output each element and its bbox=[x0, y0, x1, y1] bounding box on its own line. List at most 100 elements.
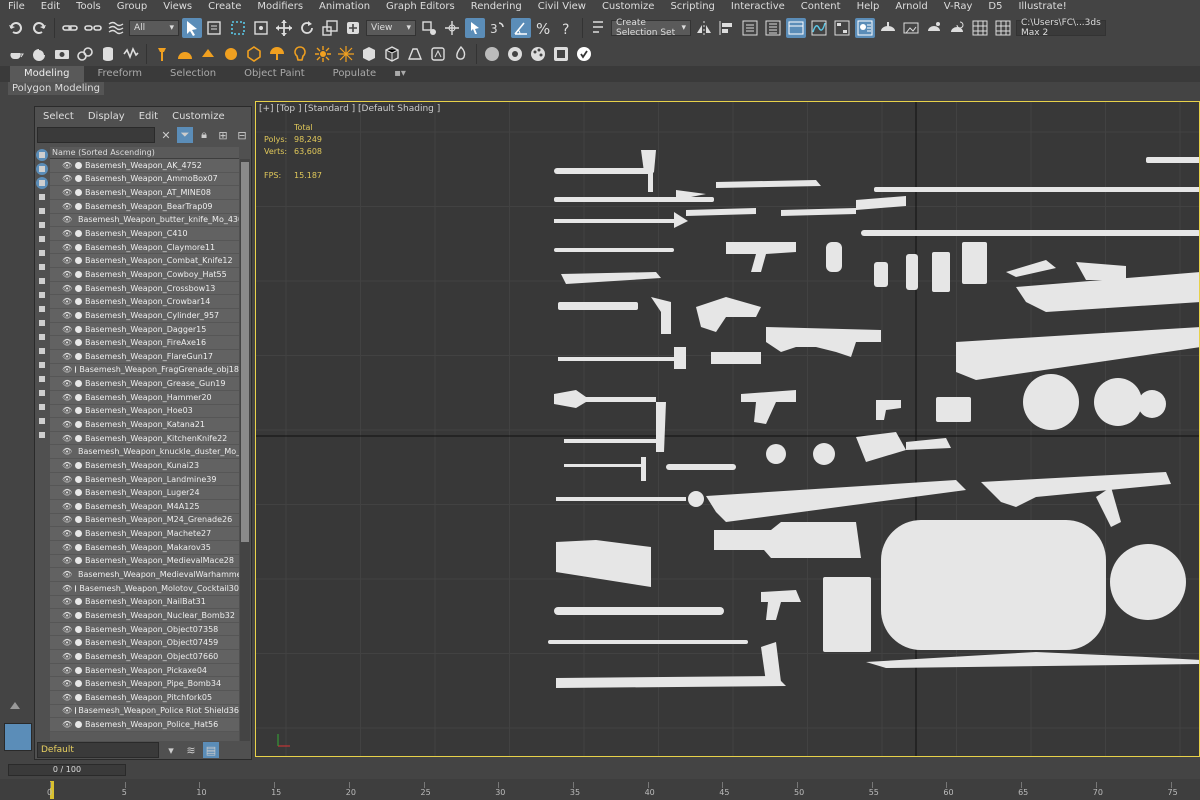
list-item[interactable]: 👁︎ Basemesh_Weapon_Pitchfork05 bbox=[50, 690, 239, 705]
list-item[interactable]: 👁︎ Basemesh_Weapon_Pipe_Bomb34 bbox=[50, 677, 239, 691]
visibility-eye-icon[interactable]: 👁︎ bbox=[62, 488, 72, 497]
list-item[interactable]: 👁︎ Basemesh_Weapon_Dagger15 bbox=[50, 322, 239, 337]
visibility-eye-icon[interactable]: 👁︎ bbox=[62, 365, 72, 374]
visibility-eye-icon[interactable]: 👁︎ bbox=[62, 679, 72, 688]
visibility-eye-icon[interactable]: 👁︎ bbox=[62, 325, 72, 334]
visibility-eye-icon[interactable]: 👁︎ bbox=[62, 161, 72, 170]
bind-spacewarp-icon[interactable] bbox=[106, 18, 126, 38]
explorer-menu-customize[interactable]: Customize bbox=[172, 111, 225, 122]
redo-icon[interactable] bbox=[29, 18, 49, 38]
visibility-eye-icon[interactable]: 👁︎ bbox=[62, 352, 72, 361]
cylinder-icon[interactable] bbox=[98, 44, 118, 64]
visibility-eye-icon[interactable]: 👁︎ bbox=[62, 584, 72, 593]
list-item[interactable]: 👁︎ Basemesh_Weapon_Claymore11 bbox=[50, 240, 239, 255]
list-item[interactable]: 👁︎ Basemesh_Weapon_MedievalMace28 bbox=[50, 554, 239, 569]
list-item[interactable]: 👁︎ Basemesh_Weapon_Crowbar14 bbox=[50, 295, 239, 310]
render-grid-2-icon[interactable] bbox=[993, 18, 1013, 38]
schematic-view-icon[interactable] bbox=[832, 18, 852, 38]
list-item[interactable]: 👁︎ Basemesh_Weapon_Luger24 bbox=[50, 486, 239, 501]
filter-icon[interactable]: ⏷ bbox=[177, 127, 193, 143]
visibility-eye-icon[interactable]: 👁︎ bbox=[62, 693, 72, 702]
rotate-icon[interactable] bbox=[297, 18, 317, 38]
list-item[interactable]: 👁︎ Basemesh_Weapon_knuckle_duster_Mo_2 bbox=[50, 445, 239, 460]
polygon-modeling-panel[interactable]: Polygon Modeling bbox=[8, 82, 104, 95]
display-bones-icon[interactable] bbox=[36, 275, 48, 287]
list-item[interactable]: 👁︎ Basemesh_Weapon_Object07358 bbox=[50, 622, 239, 637]
list-item[interactable]: 👁︎ Basemesh_Weapon_Makarov35 bbox=[50, 540, 239, 555]
tab-object-paint[interactable]: Object Paint bbox=[230, 66, 319, 82]
visibility-eye-icon[interactable]: 👁︎ bbox=[62, 256, 72, 265]
visibility-eye-icon[interactable]: 👁︎ bbox=[62, 556, 72, 565]
rendered-frame-window-icon[interactable] bbox=[901, 18, 921, 38]
list-item[interactable]: 👁︎ Basemesh_Weapon_Police Riot Shield36 bbox=[50, 704, 239, 719]
display-influences-icon[interactable] bbox=[36, 373, 48, 385]
display-none-icon[interactable] bbox=[36, 149, 48, 161]
list-item[interactable]: 👁︎ Basemesh_Weapon_AK_4752 bbox=[50, 159, 239, 173]
visibility-eye-icon[interactable]: 👁︎ bbox=[62, 338, 72, 347]
sun-light-icon[interactable] bbox=[221, 44, 241, 64]
display-invert-icon[interactable] bbox=[36, 345, 48, 357]
display-all-icon[interactable] bbox=[36, 331, 48, 343]
explorer-menu-display[interactable]: Display bbox=[88, 111, 125, 122]
layers-icon[interactable]: ⊟ bbox=[234, 127, 250, 143]
display-shapes-icon[interactable] bbox=[36, 177, 48, 189]
mesh-light-icon[interactable] bbox=[244, 44, 264, 64]
menu-tools[interactable]: Tools bbox=[68, 1, 109, 13]
pivot-center-icon[interactable] bbox=[419, 18, 439, 38]
visibility-eye-icon[interactable]: 👁︎ bbox=[62, 515, 72, 524]
align-icon[interactable] bbox=[717, 18, 737, 38]
visibility-eye-icon[interactable]: 👁︎ bbox=[62, 666, 72, 675]
list-item[interactable]: 👁︎ Basemesh_Weapon_M24_Grenade26 bbox=[50, 513, 239, 528]
list-item[interactable]: 👁︎ Basemesh_Weapon_Molotov_Cocktail30 bbox=[50, 581, 239, 596]
select-by-name-icon[interactable] bbox=[205, 18, 225, 38]
render-view-icon[interactable] bbox=[505, 44, 525, 64]
display-helpers-icon[interactable] bbox=[36, 219, 48, 231]
visibility-eye-icon[interactable]: 👁︎ bbox=[62, 420, 72, 429]
explorer-menu-edit[interactable]: Edit bbox=[139, 111, 158, 122]
list-item[interactable]: 👁︎ Basemesh_Weapon_Cowboy_Hat55 bbox=[50, 268, 239, 282]
menu-v-ray[interactable]: V-Ray bbox=[936, 1, 981, 13]
viewport-label[interactable]: [+] [Top ] [Standard ] [Default Shading … bbox=[259, 104, 440, 114]
starburst-light-icon[interactable] bbox=[336, 44, 356, 64]
menu-modifiers[interactable]: Modifiers bbox=[249, 1, 311, 13]
visibility-eye-icon[interactable]: 👁︎ bbox=[62, 215, 72, 224]
toggle-layer-explorer-icon[interactable] bbox=[763, 18, 783, 38]
link-chain-icon[interactable] bbox=[75, 44, 95, 64]
visibility-eye-icon[interactable]: 👁︎ bbox=[62, 202, 72, 211]
render-grid-icon[interactable] bbox=[970, 18, 990, 38]
camera-icon[interactable] bbox=[52, 44, 72, 64]
list-item[interactable]: 👁︎ Basemesh_Weapon_Machete27 bbox=[50, 527, 239, 541]
display-containers-icon[interactable] bbox=[36, 289, 48, 301]
list-item[interactable]: 👁︎ Basemesh_Weapon_Grease_Gun19 bbox=[50, 377, 239, 391]
select-object-icon[interactable] bbox=[182, 18, 202, 38]
list-item[interactable]: 👁︎ Basemesh_Weapon_M4A125 bbox=[50, 500, 239, 514]
menu-arnold[interactable]: Arnold bbox=[887, 1, 935, 13]
area-light-icon[interactable] bbox=[198, 44, 218, 64]
sphere-material-icon[interactable] bbox=[482, 44, 502, 64]
project-path-field[interactable]: C:\Users\FC\...3ds Max 2 bbox=[1016, 18, 1106, 38]
menu-graph-editors[interactable]: Graph Editors bbox=[378, 1, 463, 13]
layer-options-icon[interactable]: ▾ bbox=[163, 742, 179, 758]
color-palette-icon[interactable] bbox=[528, 44, 548, 64]
material-editor-icon[interactable] bbox=[855, 18, 875, 38]
visibility-eye-icon[interactable]: 👁︎ bbox=[62, 720, 72, 729]
list-item[interactable]: 👁︎ Basemesh_Weapon_Hoe03 bbox=[50, 404, 239, 419]
list-item[interactable]: 👁︎ Basemesh_Weapon_MedievalWarhammer bbox=[50, 568, 239, 582]
display-xrefs-icon[interactable] bbox=[36, 261, 48, 273]
visibility-eye-icon[interactable]: 👁︎ bbox=[62, 434, 72, 443]
clear-search-icon[interactable]: ✕ bbox=[158, 127, 174, 143]
tab-selection[interactable]: Selection bbox=[156, 66, 230, 82]
render-setup-icon[interactable] bbox=[878, 18, 898, 38]
percent-snap-icon[interactable]: % bbox=[534, 18, 554, 38]
menu-illustrate[interactable]: Illustrate! bbox=[1010, 1, 1074, 13]
expand-arrow-icon[interactable] bbox=[10, 702, 20, 709]
visibility-eye-icon[interactable]: 👁︎ bbox=[62, 543, 72, 552]
list-item[interactable]: 👁︎ Basemesh_Weapon_Pickaxe04 bbox=[50, 663, 239, 678]
render-iterative-icon[interactable] bbox=[947, 18, 967, 38]
display-cameras-icon[interactable] bbox=[36, 205, 48, 217]
list-item[interactable]: 👁︎ Basemesh_Weapon_Object07660 bbox=[50, 650, 239, 664]
window-crossing-icon[interactable] bbox=[251, 18, 271, 38]
curve-editor-icon[interactable] bbox=[809, 18, 829, 38]
visibility-eye-icon[interactable]: 👁︎ bbox=[62, 311, 72, 320]
list-item[interactable]: 👁︎ Basemesh_Weapon_AT_MINE08 bbox=[50, 186, 239, 200]
